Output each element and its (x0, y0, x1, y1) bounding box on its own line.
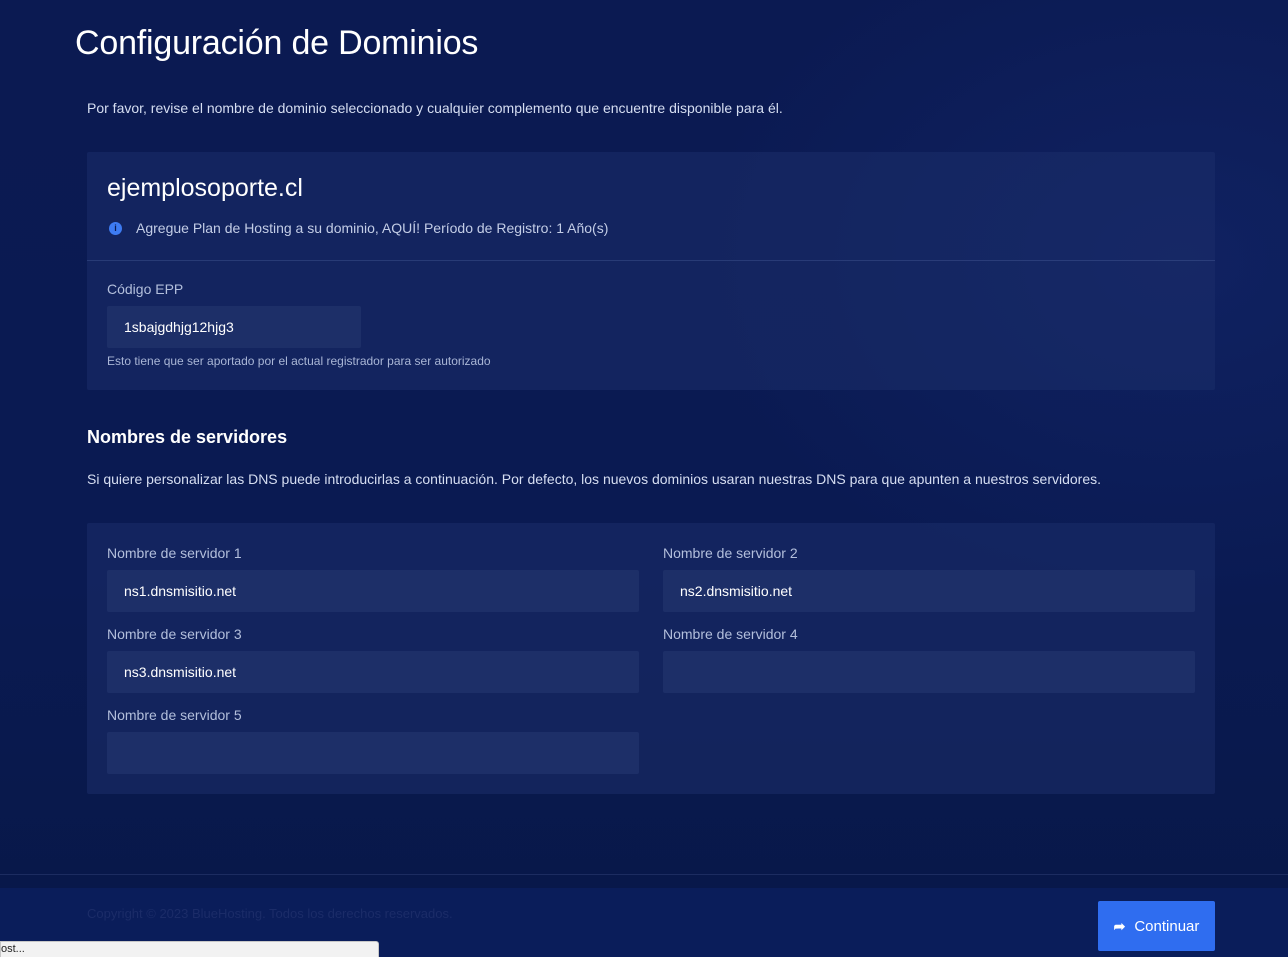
nameserver-4-label: Nombre de servidor 4 (663, 626, 798, 642)
epp-code-input[interactable] (107, 306, 361, 348)
epp-help-text: Esto tiene que ser aportado por el actua… (107, 354, 491, 368)
epp-label: Código EPP (107, 281, 184, 297)
domain-card: ejemplosoporte.cl i Agregue Plan de Host… (87, 152, 1215, 390)
nameservers-card: Nombre de servidor 1 Nombre de servidor … (87, 523, 1215, 794)
continue-button[interactable]: ➦ Continuar (1098, 901, 1215, 951)
info-circle-icon: i (109, 221, 122, 235)
card-divider (87, 260, 1215, 261)
continue-button-label: Continuar (1134, 917, 1200, 935)
copyright-text: Copyright © 2023 BlueHosting. Todos los … (87, 906, 453, 921)
browser-status-bar: ost... (0, 941, 379, 957)
nameservers-title: Nombres de servidores (87, 427, 288, 447)
page-intro: Por favor, revise el nombre de dominio s… (87, 100, 783, 116)
nameserver-3-label: Nombre de servidor 3 (107, 626, 242, 642)
nameserver-3-input[interactable] (107, 651, 639, 693)
domain-info-text[interactable]: Agregue Plan de Hosting a su dominio, AQ… (136, 220, 608, 236)
nameserver-4-input[interactable] (663, 651, 1195, 693)
domain-name: ejemplosoporte.cl (107, 174, 303, 202)
page-title: Configuración de Dominios (75, 24, 479, 62)
nameservers-description: Si quiere personalizar las DNS puede int… (87, 471, 1102, 487)
share-arrow-icon: ➦ (1113, 917, 1126, 934)
domain-info-row: i Agregue Plan de Hosting a su dominio, … (109, 220, 608, 236)
footer-divider (0, 874, 1288, 875)
nameserver-2-label: Nombre de servidor 2 (663, 545, 798, 561)
nameserver-1-label: Nombre de servidor 1 (107, 545, 242, 561)
nameserver-1-input[interactable] (107, 570, 639, 612)
nameserver-5-input[interactable] (107, 732, 639, 774)
nameserver-5-label: Nombre de servidor 5 (107, 707, 242, 723)
nameserver-2-input[interactable] (663, 570, 1195, 612)
